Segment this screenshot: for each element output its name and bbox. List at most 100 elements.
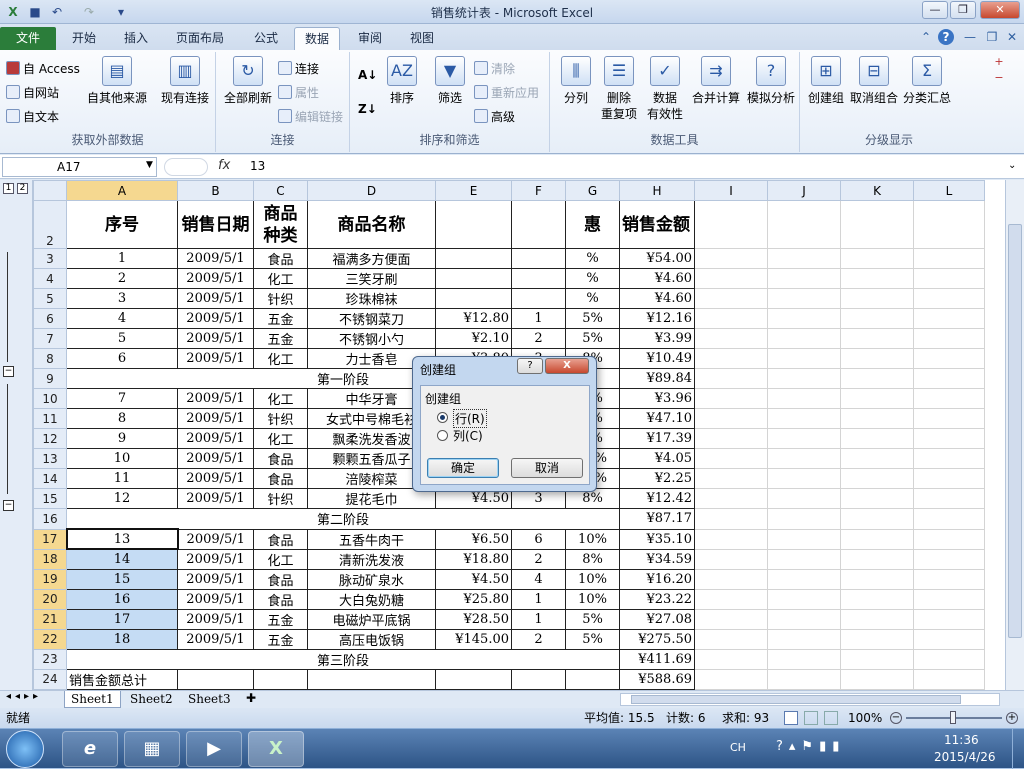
cell-date[interactable]: 2009/5/1 (177, 328, 254, 349)
cell-unit-price[interactable]: ¥28.50 (435, 608, 512, 630)
cell-quantity[interactable]: 1 (511, 588, 566, 610)
cell[interactable] (840, 568, 914, 590)
cell-category[interactable]: 针织 (253, 488, 308, 509)
cell-product-name[interactable]: 不锈钢小勺 (307, 328, 436, 349)
ok-button[interactable]: 确定 (427, 458, 499, 478)
cell-category[interactable]: 食品 (253, 528, 308, 550)
restore-button[interactable]: ❐ (950, 1, 976, 19)
cell[interactable] (840, 368, 914, 389)
dialog-help-button[interactable]: ? (517, 358, 543, 374)
cell[interactable] (435, 668, 512, 690)
from-web-button[interactable]: 自网站 (6, 82, 59, 104)
cell-product-name[interactable]: 不锈钢菜刀 (307, 308, 436, 329)
row-header[interactable]: 20 (33, 588, 67, 610)
cell[interactable] (767, 548, 841, 570)
doc-minimize-icon[interactable]: — (962, 29, 978, 45)
cell[interactable] (913, 568, 985, 590)
header-cell-price[interactable] (435, 200, 512, 249)
cell-seq[interactable]: 15 (66, 568, 178, 590)
cell[interactable] (694, 608, 768, 630)
cell-unit-price[interactable] (435, 288, 512, 309)
cell-seq[interactable]: 9 (66, 428, 178, 449)
tab-review[interactable]: 审阅 (348, 27, 392, 50)
cell-date[interactable]: 2009/5/1 (177, 488, 254, 509)
collapse-group-button[interactable]: − (3, 500, 14, 511)
cell[interactable] (694, 668, 768, 690)
cell[interactable] (767, 508, 841, 530)
cell-unit-price[interactable]: ¥18.80 (435, 548, 512, 570)
cell-category[interactable]: 五金 (253, 608, 308, 630)
column-header[interactable]: J (767, 180, 841, 201)
tab-page-layout[interactable]: 页面布局 (166, 27, 234, 50)
cell[interactable] (767, 248, 841, 269)
header-cell-date[interactable]: 销售日期 (177, 200, 254, 249)
cell-quantity[interactable] (511, 268, 566, 289)
cell[interactable] (840, 668, 914, 690)
cell-product-name[interactable]: 高压电饭锅 (307, 628, 436, 650)
cell[interactable] (913, 468, 985, 489)
row-header[interactable]: 6 (33, 308, 67, 329)
stage-subtotal-amount[interactable]: ¥89.84 (619, 368, 695, 389)
cell[interactable] (840, 248, 914, 269)
column-header[interactable]: A (66, 180, 178, 201)
tab-formulas[interactable]: 公式 (244, 27, 288, 50)
cell-quantity[interactable]: 6 (511, 528, 566, 550)
cell[interactable] (840, 608, 914, 630)
sheet-nav-arrows-icon[interactable]: ◂◂▸▸ (6, 691, 42, 702)
row-header[interactable]: 9 (33, 368, 67, 389)
cell[interactable] (913, 668, 985, 690)
cell[interactable] (694, 268, 768, 289)
header-cell-discount[interactable]: 惠 (565, 200, 620, 249)
zoom-out-icon[interactable]: − (890, 712, 902, 724)
cell-category[interactable]: 食品 (253, 448, 308, 469)
column-header[interactable]: F (511, 180, 566, 201)
tab-insert[interactable]: 插入 (114, 27, 158, 50)
cell-seq[interactable]: 17 (66, 608, 178, 630)
sheet-tab[interactable]: Sheet1 (64, 691, 121, 708)
system-tray-icons[interactable]: ?▴⚑▮▮ (776, 739, 845, 754)
horizontal-scrollbar[interactable] (620, 693, 1000, 706)
column-header[interactable]: I (694, 180, 768, 201)
cell-amount[interactable]: ¥3.96 (619, 388, 695, 409)
cell-quantity[interactable] (511, 248, 566, 269)
cell[interactable] (767, 468, 841, 489)
excel-taskbar-icon[interactable]: X (248, 731, 304, 767)
cell-date[interactable]: 2009/5/1 (177, 608, 254, 630)
cell[interactable] (694, 648, 768, 670)
cell-category[interactable]: 五金 (253, 328, 308, 349)
cell[interactable] (913, 248, 985, 269)
cell-category[interactable]: 针织 (253, 408, 308, 429)
cell[interactable] (694, 388, 768, 409)
cell-product-name[interactable]: 清新洗发液 (307, 548, 436, 570)
column-header[interactable]: H (619, 180, 695, 201)
name-box-dropdown-icon[interactable]: ▼ (146, 160, 153, 170)
cell[interactable] (840, 488, 914, 509)
cell-category[interactable]: 食品 (253, 248, 308, 269)
cell[interactable] (767, 348, 841, 369)
help-icon[interactable]: ? (938, 29, 954, 45)
row-header[interactable]: 2 (33, 200, 67, 249)
cell-date[interactable]: 2009/5/1 (177, 448, 254, 469)
reapply-button[interactable]: 重新应用 (474, 82, 539, 104)
tab-view[interactable]: 视图 (400, 27, 444, 50)
cell[interactable] (767, 428, 841, 449)
cell[interactable] (840, 348, 914, 369)
header-cell-name[interactable]: 商品名称 (307, 200, 436, 249)
cell-product-name[interactable]: 电磁炉平底锅 (307, 608, 436, 630)
cell-product-name[interactable]: 三笑牙刷 (307, 268, 436, 289)
cell[interactable] (694, 628, 768, 650)
cell-seq[interactable]: 8 (66, 408, 178, 429)
column-header[interactable]: L (913, 180, 985, 201)
doc-close-icon[interactable]: ✕ (1004, 29, 1020, 45)
cell-discount[interactable]: 5% (565, 308, 620, 329)
cell-date[interactable]: 2009/5/1 (177, 268, 254, 289)
row-header[interactable]: 17 (33, 528, 67, 550)
cell-category[interactable]: 五金 (253, 628, 308, 650)
row-header[interactable]: 22 (33, 628, 67, 650)
cell-seq[interactable]: 11 (66, 468, 178, 489)
insert-function-icon[interactable]: fx (218, 158, 230, 173)
outline-level-2-button[interactable]: 2 (17, 183, 28, 194)
cell-date[interactable]: 2009/5/1 (177, 568, 254, 590)
cell[interactable] (840, 448, 914, 469)
cell[interactable] (694, 448, 768, 469)
